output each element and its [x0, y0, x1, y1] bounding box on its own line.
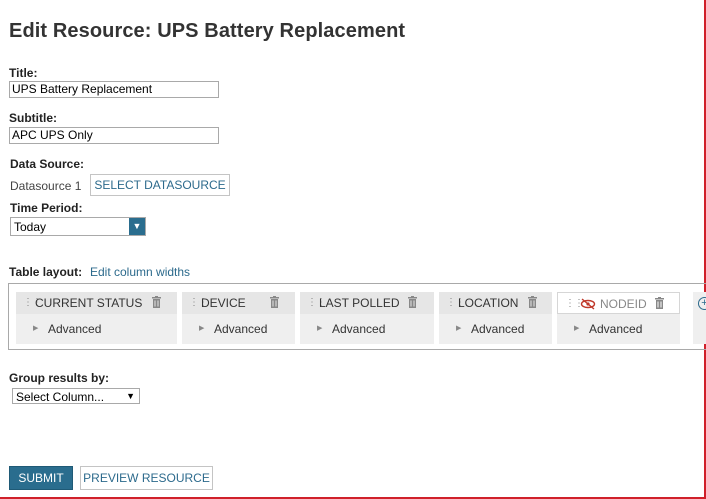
- time-period-label: Time Period:: [10, 201, 83, 215]
- edit-column-widths-link[interactable]: Edit column widths: [90, 265, 190, 279]
- group-results-value: Select Column...: [16, 390, 105, 404]
- datasource-name: Datasource 1: [10, 179, 82, 193]
- group-results-select[interactable]: Select Column... ▼: [12, 388, 140, 404]
- column-header[interactable]: ⋮⋮ LOCATION: [439, 292, 552, 314]
- trash-icon[interactable]: [527, 296, 538, 309]
- advanced-label: Advanced: [332, 322, 386, 336]
- advanced-toggle[interactable]: ▶ Advanced: [439, 314, 552, 344]
- column-card-device[interactable]: ⋮⋮ DEVICE ▶ Advanced: [182, 292, 295, 344]
- column-header[interactable]: ⋮⋮ LAST POLLED: [300, 292, 434, 314]
- advanced-label: Advanced: [48, 322, 102, 336]
- chevron-down-icon: ▼: [129, 218, 145, 235]
- table-layout-area: ⋮⋮ CURRENT STATUS ▶ Advanced ⋮⋮ DEVICE ▶…: [8, 283, 706, 350]
- column-name: LOCATION: [458, 296, 519, 310]
- advanced-label: Advanced: [214, 322, 268, 336]
- advanced-label: Advanced: [471, 322, 525, 336]
- column-name: CURRENT STATUS: [35, 296, 143, 310]
- column-name: NODEID: [600, 297, 647, 311]
- submit-button[interactable]: SUBMIT: [9, 466, 73, 490]
- triangle-right-icon: ▶: [199, 325, 205, 332]
- column-name: DEVICE: [201, 296, 246, 310]
- triangle-right-icon: ▶: [317, 325, 323, 332]
- advanced-toggle[interactable]: ▶ Advanced: [300, 314, 434, 344]
- page-title: Edit Resource: UPS Battery Replacement: [9, 20, 406, 42]
- column-header[interactable]: ⋮⋮ NODEID: [557, 292, 680, 314]
- trash-icon[interactable]: [269, 296, 280, 309]
- datasource-label: Data Source:: [10, 157, 85, 171]
- triangle-right-icon: ▶: [456, 325, 462, 332]
- table-layout-label: Table layout:: [9, 265, 83, 279]
- trash-icon[interactable]: [151, 296, 162, 309]
- advanced-label: Advanced: [589, 322, 643, 336]
- hidden-eye-icon[interactable]: [580, 298, 596, 310]
- column-card-nodeid[interactable]: ⋮⋮ NODEID ▶ Advanced: [557, 292, 680, 344]
- add-column-area[interactable]: +: [693, 292, 706, 344]
- window-frame: [0, 0, 706, 499]
- column-card-location[interactable]: ⋮⋮ LOCATION ▶ Advanced: [439, 292, 552, 344]
- column-card-last-polled[interactable]: ⋮⋮ LAST POLLED ▶ Advanced: [300, 292, 434, 344]
- column-header[interactable]: ⋮⋮ DEVICE: [182, 292, 295, 314]
- trash-icon[interactable]: [407, 296, 418, 309]
- trash-icon[interactable]: [654, 297, 665, 310]
- advanced-toggle[interactable]: ▶ Advanced: [182, 314, 295, 344]
- advanced-toggle[interactable]: ▶ Advanced: [557, 314, 680, 344]
- title-label: Title:: [9, 66, 38, 80]
- add-column-icon[interactable]: +: [698, 297, 706, 310]
- chevron-down-icon: ▼: [126, 391, 135, 401]
- time-period-select[interactable]: Today ▼: [10, 217, 146, 236]
- triangle-right-icon: ▶: [574, 325, 580, 332]
- time-period-value: Today: [14, 220, 47, 234]
- advanced-toggle[interactable]: ▶ Advanced: [16, 314, 177, 344]
- triangle-right-icon: ▶: [33, 325, 39, 332]
- column-name: LAST POLLED: [319, 296, 400, 310]
- subtitle-input[interactable]: [9, 127, 219, 144]
- column-header[interactable]: ⋮⋮ CURRENT STATUS: [16, 292, 177, 314]
- column-card-current-status[interactable]: ⋮⋮ CURRENT STATUS ▶ Advanced: [16, 292, 177, 344]
- subtitle-label: Subtitle:: [9, 111, 57, 125]
- group-results-label: Group results by:: [9, 371, 110, 385]
- preview-resource-button[interactable]: PREVIEW RESOURCE: [80, 466, 213, 490]
- select-datasource-button[interactable]: SELECT DATASOURCE: [90, 174, 230, 196]
- title-input[interactable]: [9, 81, 219, 98]
